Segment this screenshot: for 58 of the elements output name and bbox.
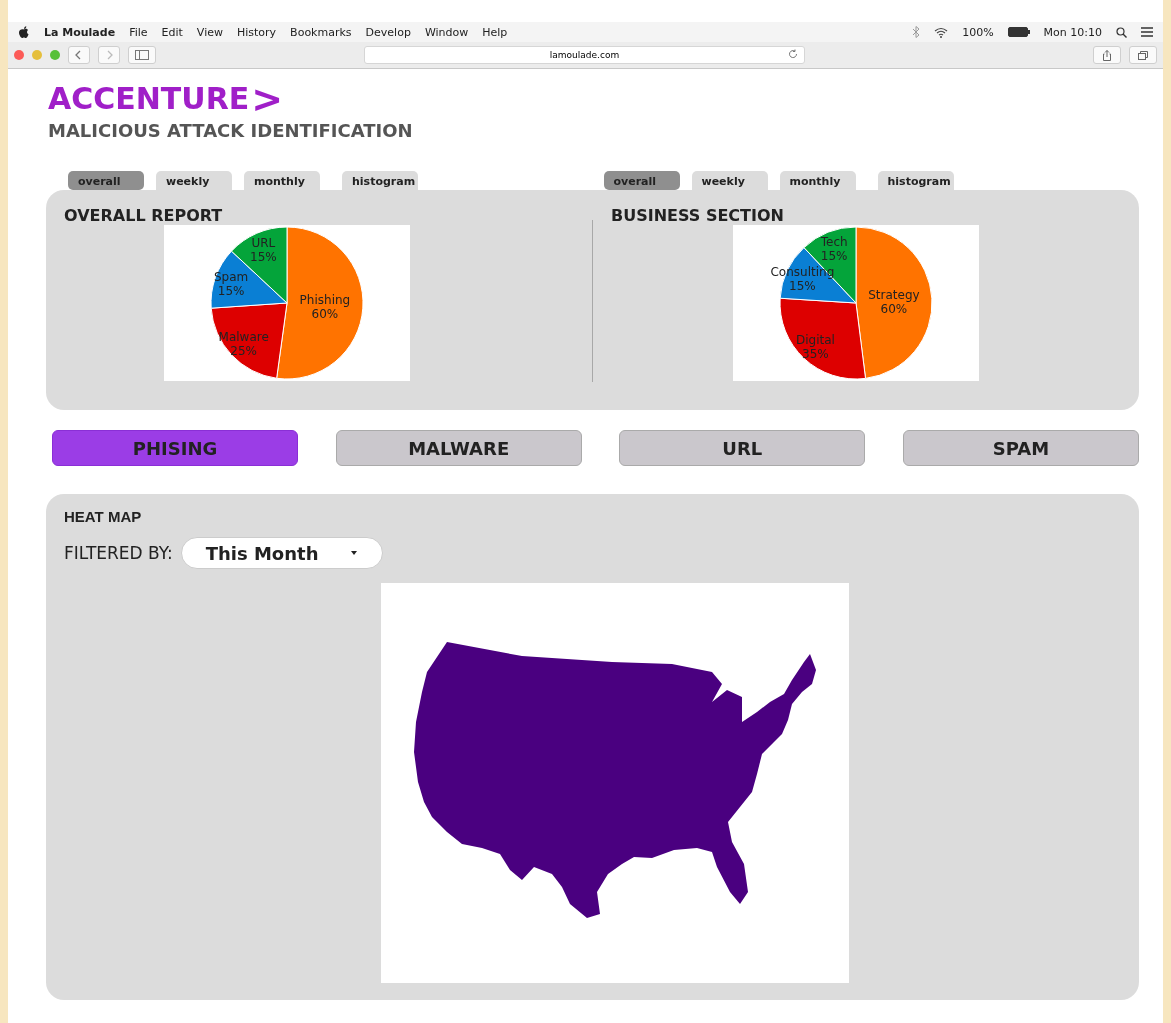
list-icon[interactable] bbox=[1141, 27, 1153, 37]
slice-value: 15% bbox=[789, 278, 816, 293]
wifi-icon[interactable] bbox=[934, 26, 949, 38]
category-button[interactable]: URL bbox=[619, 430, 866, 466]
menu-item[interactable]: Window bbox=[424, 25, 469, 39]
slice-value: 60% bbox=[311, 306, 339, 321]
section-title: OVERALL REPORT bbox=[64, 206, 224, 225]
sidebar-button[interactable] bbox=[128, 46, 156, 64]
filter-label: FILTERED BY: bbox=[64, 543, 173, 563]
menu-item[interactable]: File bbox=[129, 25, 148, 39]
filter-dropdown[interactable]: This Month bbox=[180, 537, 383, 569]
slice-label: Digital bbox=[795, 333, 835, 348]
slice-label: Phishing bbox=[299, 292, 351, 307]
slice-value: 15% bbox=[820, 248, 848, 263]
tab[interactable]: histogram bbox=[342, 171, 418, 190]
share-button[interactable] bbox=[1093, 46, 1121, 64]
caret-icon[interactable] bbox=[349, 550, 358, 556]
tab[interactable]: weekly bbox=[156, 171, 232, 190]
tab[interactable]: monthly bbox=[244, 171, 320, 190]
section-title: BUSINESS SECTION bbox=[611, 206, 785, 225]
tab[interactable]: weekly bbox=[691, 171, 768, 190]
menu-item[interactable]: Develop bbox=[365, 25, 411, 39]
clock[interactable]: Mon 10:10 bbox=[1043, 25, 1102, 39]
tab[interactable]: histogram bbox=[877, 171, 954, 190]
tab[interactable]: overall bbox=[68, 171, 144, 190]
slice-value: 15% bbox=[217, 284, 245, 299]
slice-label: Strategy bbox=[868, 287, 920, 302]
tab[interactable]: overall bbox=[603, 171, 680, 190]
section-title: HEAT MAP bbox=[64, 508, 143, 525]
reload-icon[interactable] bbox=[788, 49, 798, 59]
menu-item[interactable]: View bbox=[196, 25, 223, 39]
apple-icon[interactable] bbox=[18, 25, 30, 39]
slice-value: 15% bbox=[250, 249, 277, 264]
slice-label: URL bbox=[251, 235, 276, 250]
page-subtitle: MALICIOUS ATTACK IDENTIFICATION bbox=[48, 120, 414, 141]
slice-label: Malware bbox=[218, 330, 269, 345]
address-bar[interactable]: lamoulade.com bbox=[364, 46, 805, 64]
search-icon[interactable] bbox=[1116, 26, 1127, 38]
slice-value: 60% bbox=[880, 301, 908, 316]
close-button[interactable] bbox=[14, 50, 24, 60]
logo-mark: > bbox=[251, 83, 284, 114]
battery-percent: 100% bbox=[962, 25, 994, 39]
sidebar-icon[interactable] bbox=[133, 50, 151, 60]
menu-item[interactable]: Help bbox=[482, 25, 508, 39]
menu-item[interactable]: History bbox=[236, 25, 277, 39]
slice-label: Tech bbox=[820, 234, 848, 249]
logo: ACCENTURE bbox=[48, 81, 250, 116]
slice-value: 35% bbox=[802, 347, 829, 362]
battery-icon[interactable] bbox=[1007, 27, 1030, 37]
menu-item[interactable]: Bookmarks bbox=[290, 25, 352, 39]
app-menu[interactable]: La Moulade bbox=[44, 25, 116, 39]
slice-value: 25% bbox=[230, 344, 257, 359]
bluetooth-icon[interactable] bbox=[912, 26, 921, 38]
category-button[interactable]: SPAM bbox=[902, 430, 1139, 466]
tab[interactable]: monthly bbox=[779, 171, 856, 190]
menu-item[interactable]: Edit bbox=[161, 25, 183, 39]
tabs-button[interactable] bbox=[1129, 46, 1157, 64]
category-button[interactable]: MALWARE bbox=[335, 430, 582, 466]
